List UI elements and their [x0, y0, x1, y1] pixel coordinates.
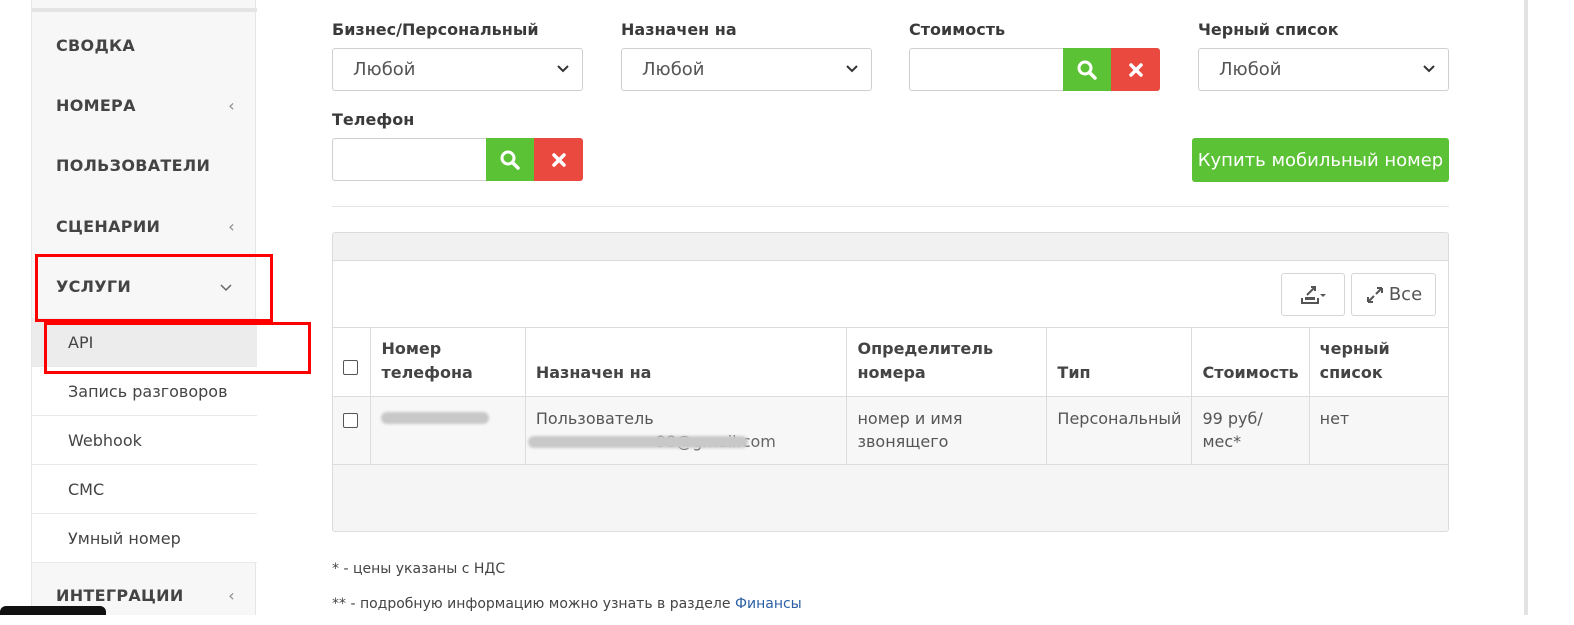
expand-all-button[interactable]: Все	[1351, 273, 1436, 316]
sidebar-item-label: СВОДКА	[56, 35, 136, 55]
export-icon	[1301, 285, 1326, 304]
assigned-user-email: 98@gmail.com	[527, 430, 837, 453]
cost-input[interactable]	[909, 48, 1063, 91]
finance-link[interactable]: Финансы	[735, 596, 802, 612]
business-personal-select[interactable]: Любой	[332, 48, 583, 91]
cell-phone	[370, 396, 526, 465]
expand-all-label: Все	[1388, 284, 1423, 305]
chevron-down-icon	[556, 59, 570, 84]
sidebar-subitem-call-recording[interactable]: Запись разговоров	[32, 367, 257, 416]
cell-caller-id: номер и имя звонящего	[846, 396, 1048, 465]
table-row[interactable]: Пользователь 98@gmail.com номер и имя зв…	[333, 396, 1448, 465]
chevron-left-icon: ‹	[228, 216, 235, 236]
table-toolbar: Все	[333, 261, 1448, 328]
cell-assigned-to: Пользователь 98@gmail.com	[525, 396, 848, 465]
numbers-table-panel: Все Номер телефона Назначен на Определит…	[332, 232, 1449, 532]
export-button[interactable]	[1281, 273, 1345, 316]
column-header-cost[interactable]: Стоимость	[1191, 328, 1310, 397]
search-icon	[500, 150, 520, 170]
cost-search-button[interactable]	[1063, 48, 1111, 91]
select-value: Любой	[1219, 59, 1282, 80]
content-right-border	[1524, 0, 1528, 615]
close-icon	[551, 152, 566, 167]
sidebar-item-label: СЦЕНАРИИ	[56, 216, 161, 236]
phone-input[interactable]	[332, 138, 486, 181]
redacted-phone	[381, 412, 490, 424]
sidebar-subitem-label: Webhook	[68, 430, 142, 450]
finance-info-text: ** - подробную информацию можно узнать в…	[332, 596, 731, 612]
column-header-assigned-to[interactable]: Назначен на	[525, 328, 848, 397]
row-checkbox-cell	[333, 396, 372, 465]
filter-label-blacklist: Черный список	[1198, 20, 1339, 39]
filter-label-phone: Телефон	[332, 110, 415, 129]
table-header-row: Номер телефона Назначен на Определитель …	[333, 328, 1448, 397]
sidebar-item-users[interactable]: ПОЛЬЗОВАТЕЛИ	[32, 135, 257, 195]
select-value: Любой	[353, 59, 416, 80]
filter-label-cost: Стоимость	[909, 20, 1006, 39]
phone-filter-group	[332, 138, 583, 181]
column-header-caller-id[interactable]: Определитель номера	[846, 328, 1048, 397]
chevron-down-icon	[845, 59, 859, 84]
sidebar-item-integrations[interactable]: ИНТЕГРАЦИИ ‹	[32, 565, 257, 625]
select-all-checkbox[interactable]	[343, 360, 358, 375]
sidebar-item-summary[interactable]: СВОДКА	[32, 15, 257, 75]
blacklist-select[interactable]: Любой	[1198, 48, 1449, 91]
cell-blacklist: нет	[1309, 396, 1448, 465]
column-header-type[interactable]: Тип	[1046, 328, 1193, 397]
sidebar-subitem-label: Запись разговоров	[68, 381, 228, 401]
sidebar-subitem-sms[interactable]: СМС	[32, 465, 257, 514]
search-icon	[1077, 60, 1097, 80]
sidebar-subitem-smart-number[interactable]: Умный номер	[32, 514, 257, 563]
sidebar-item-label: ИНТЕГРАЦИИ	[56, 585, 184, 605]
expand-icon	[1366, 286, 1383, 303]
filter-label-business-personal: Бизнес/Персональный	[332, 20, 539, 39]
buy-mobile-number-button[interactable]: Купить мобильный номер	[1192, 138, 1449, 182]
sidebar-item-scenarios[interactable]: СЦЕНАРИИ ‹	[32, 196, 257, 256]
sidebar-subitem-webhook[interactable]: Webhook	[32, 416, 257, 465]
phone-search-button[interactable]	[486, 138, 534, 181]
assigned-user-name: Пользователь	[535, 409, 654, 428]
assigned-to-select[interactable]: Любой	[621, 48, 872, 91]
sidebar-item-label: ПОЛЬЗОВАТЕЛИ	[56, 155, 211, 175]
phone-clear-button[interactable]	[534, 138, 583, 181]
column-header-blacklist[interactable]: черный список	[1309, 328, 1448, 397]
finance-info-note: ** - подробную информацию можно узнать в…	[332, 596, 802, 612]
chevron-down-icon	[1422, 59, 1436, 84]
column-header-phone[interactable]: Номер телефона	[370, 328, 526, 397]
numbers-table: Номер телефона Назначен на Определитель …	[333, 328, 1448, 465]
sidebar-item-label: НОМЕРА	[56, 95, 136, 115]
select-value: Любой	[642, 59, 705, 80]
highlight-box-api	[44, 322, 311, 374]
sidebar-subitem-label: Умный номер	[68, 528, 181, 548]
cell-cost: 99 руб/мес*	[1191, 396, 1310, 465]
cost-filter-group	[909, 48, 1160, 91]
close-icon	[1128, 62, 1143, 77]
bottom-overlay-bar	[0, 606, 106, 615]
divider	[332, 206, 1449, 207]
select-all-cell	[333, 328, 372, 397]
sidebar-top-divider	[32, 0, 257, 12]
cell-type: Персональный	[1046, 396, 1193, 465]
highlight-box-services	[35, 254, 273, 322]
redacted-email	[527, 436, 748, 448]
sidebar-subitem-label: СМС	[68, 479, 105, 499]
row-checkbox[interactable]	[343, 413, 358, 428]
filter-label-assigned-to: Назначен на	[621, 20, 737, 39]
chevron-left-icon: ‹	[228, 95, 235, 115]
sidebar-item-numbers[interactable]: НОМЕРА ‹	[32, 75, 257, 135]
chevron-left-icon: ‹	[228, 585, 235, 605]
vat-note: * - цены указаны с НДС	[332, 561, 506, 577]
cost-clear-button[interactable]	[1111, 48, 1160, 91]
panel-header	[333, 233, 1448, 261]
